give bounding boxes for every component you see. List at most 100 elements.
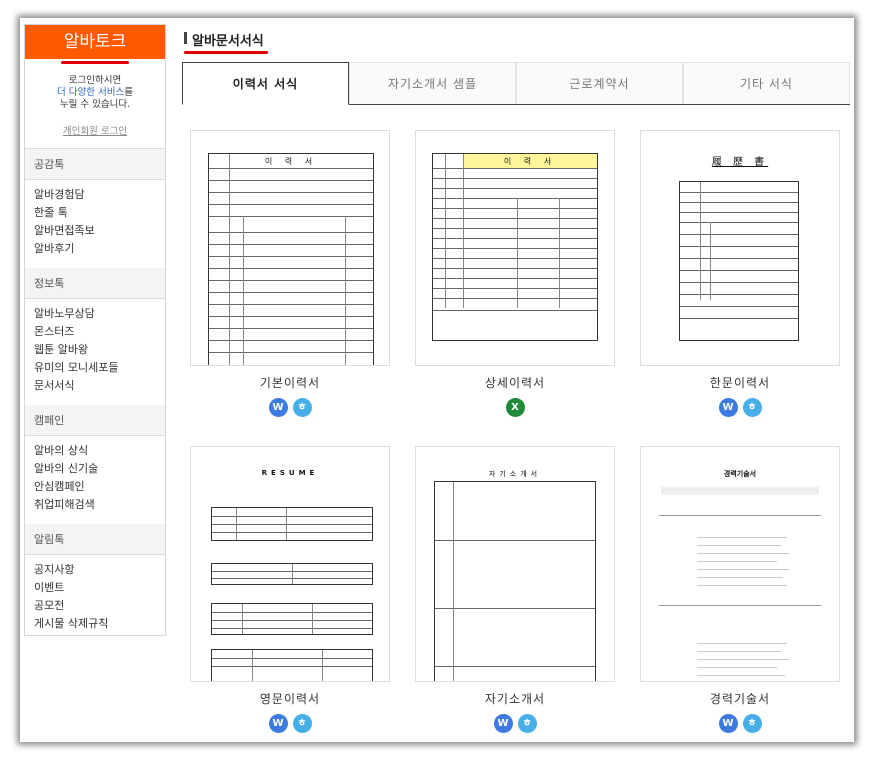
doc-title: 이 력 서 xyxy=(503,157,557,166)
download-badges: W ㅎ xyxy=(190,398,390,417)
doc-preview-table-4 xyxy=(211,649,373,681)
section-list: 알바경험담 한줄 톡 알바면접족보 알바후기 xyxy=(25,180,165,268)
tab-resume[interactable]: 이력서 서식 xyxy=(182,62,349,105)
brand-title: 알바토크 xyxy=(63,32,127,52)
download-badges: W ㅎ xyxy=(640,714,840,733)
hwp-download-icon[interactable]: ㅎ xyxy=(292,398,312,417)
card-label[interactable]: 자기소개서 xyxy=(415,690,615,707)
sidebar-item[interactable]: 알바후기 xyxy=(34,240,156,258)
sidebar-item[interactable]: 안심캠페인 xyxy=(34,478,156,496)
page-title: 알바문서서식 xyxy=(184,30,264,49)
download-badges: W ㅎ xyxy=(640,398,840,417)
doc-preview xyxy=(434,481,596,681)
doc-preview xyxy=(679,181,799,341)
tab-labor-contract[interactable]: 근로계약서 xyxy=(516,62,683,104)
sidebar-item[interactable]: 공모전 xyxy=(34,597,156,615)
card-career-description[interactable]: 경력기술서 경력기술서 W ㅎ xyxy=(640,446,840,733)
sidebar-item[interactable]: 몬스터즈 xyxy=(34,323,156,341)
brand-header[interactable]: 알바토크 xyxy=(25,25,165,64)
card-cover-letter[interactable]: 자기소개서 자기소개서 W ㅎ xyxy=(415,446,615,733)
card-label[interactable]: 한문이력서 xyxy=(640,374,840,391)
word-download-icon[interactable]: W xyxy=(718,714,738,733)
doc-preview-table-2 xyxy=(211,563,373,585)
section-list: 공지사항 이벤트 공모전 게시물 삭제규칙 xyxy=(25,555,165,643)
card-english-resume[interactable]: RESUME 영문이력서 W ㅎ xyxy=(190,446,390,733)
sidebar-item[interactable]: 한줄 톡 xyxy=(34,204,156,222)
sidebar-item[interactable]: 웹툰 알바왕 xyxy=(34,341,156,359)
doc-title: RESUME xyxy=(261,469,319,477)
hwp-download-icon[interactable]: ㅎ xyxy=(742,714,762,733)
thumbnail[interactable]: 경력기술서 xyxy=(640,446,840,682)
sidebar-section-empathy: 공감톡 알바경험담 한줄 톡 알바면접족보 알바후기 xyxy=(25,149,165,268)
sidebar-section-notice: 알림톡 공지사항 이벤트 공모전 게시물 삭제규칙 xyxy=(25,524,165,643)
doc-title: 자기소개서 xyxy=(488,470,542,478)
sidebar: 알바토크 로그인하시면 더 다양한 서비스를 누릴 수 있습니다. 개인회원 로… xyxy=(24,24,166,636)
excel-download-icon[interactable]: X xyxy=(505,398,525,417)
sidebar-item[interactable]: 취업피해검색 xyxy=(34,496,156,514)
section-list: 알바의 상식 알바의 신기술 안심캠페인 취업피해검색 xyxy=(25,436,165,524)
login-box: 로그인하시면 더 다양한 서비스를 누릴 수 있습니다. 개인회원 로그인 xyxy=(25,59,165,149)
section-title: 알림톡 xyxy=(25,524,165,555)
doc-preview-table-1 xyxy=(211,507,373,541)
card-basic-resume[interactable]: 이 력 서 기본이력서 W ㅎ xyxy=(190,130,390,417)
login-line-1: 로그인하시면 xyxy=(68,75,122,86)
download-badges: W ㅎ xyxy=(415,714,615,733)
tab-cover-letter-sample[interactable]: 자기소개서 샘플 xyxy=(349,62,516,104)
hwp-download-icon[interactable]: ㅎ xyxy=(292,714,312,733)
card-detailed-resume[interactable]: 이 력 서 상세이력서 X xyxy=(415,130,615,417)
doc-preview-table-3 xyxy=(211,603,373,635)
card-label[interactable]: 기본이력서 xyxy=(190,374,390,391)
thumbnail[interactable]: 이 력 서 xyxy=(415,130,615,366)
sidebar-item[interactable]: 알바의 신기술 xyxy=(34,460,156,478)
sidebar-item[interactable]: 알바면접족보 xyxy=(34,222,156,240)
section-list: 알바노무상담 몬스터즈 웹툰 알바왕 유미의 모니세포들 문서서식 xyxy=(25,299,165,405)
section-title: 캠페인 xyxy=(25,405,165,436)
tab-bar: 이력서 서식 자기소개서 샘플 근로계약서 기타 서식 xyxy=(182,62,850,105)
sidebar-item[interactable]: 알바경험담 xyxy=(34,186,156,204)
sidebar-item[interactable]: 알바의 상식 xyxy=(34,442,156,460)
doc-preview: 이 력 서 xyxy=(432,153,598,341)
sidebar-item[interactable]: 이벤트 xyxy=(34,579,156,597)
card-label[interactable]: 상세이력서 xyxy=(415,374,615,391)
hwp-download-icon[interactable]: ㅎ xyxy=(517,714,537,733)
sidebar-item[interactable]: 공지사항 xyxy=(34,561,156,579)
doc-preview: 이 력 서 xyxy=(208,153,374,365)
hwp-download-icon[interactable]: ㅎ xyxy=(742,398,762,417)
login-line-3: 누릴 수 있습니다. xyxy=(59,99,131,110)
card-label[interactable]: 경력기술서 xyxy=(640,690,840,707)
card-label[interactable]: 영문이력서 xyxy=(190,690,390,707)
brand-underline xyxy=(61,61,129,64)
sidebar-item[interactable]: 유미의 모니세포들 xyxy=(34,359,156,377)
title-underline xyxy=(184,51,268,54)
main-content: 알바문서서식 이력서 서식 자기소개서 샘플 근로계약서 기타 서식 이 력 서 xyxy=(182,18,854,742)
thumbnail[interactable]: 履 歷 書 xyxy=(640,130,840,366)
tab-other-forms[interactable]: 기타 서식 xyxy=(683,62,850,104)
doc-title: 이 력 서 xyxy=(264,157,318,166)
thumbnail[interactable]: RESUME xyxy=(190,446,390,682)
sidebar-item[interactable]: 문서서식 xyxy=(34,377,156,395)
sidebar-item[interactable]: 알바노무상담 xyxy=(34,305,156,323)
page-frame: 알바토크 로그인하시면 더 다양한 서비스를 누릴 수 있습니다. 개인회원 로… xyxy=(20,18,854,742)
word-download-icon[interactable]: W xyxy=(493,714,513,733)
download-badges: X xyxy=(415,398,615,417)
doc-header-band xyxy=(661,487,819,495)
card-chinese-resume[interactable]: 履 歷 書 한문이력서 W ㅎ xyxy=(640,130,840,417)
word-download-icon[interactable]: W xyxy=(718,398,738,417)
login-line-2: 더 다양한 서비스를 xyxy=(31,87,159,99)
login-line-2-rest: 를 xyxy=(124,87,133,98)
thumbnail[interactable]: 자기소개서 xyxy=(415,446,615,682)
personal-login-link[interactable]: 개인회원 로그인 xyxy=(63,123,127,137)
word-download-icon[interactable]: W xyxy=(268,398,288,417)
sidebar-section-campaign: 캠페인 알바의 상식 알바의 신기술 안심캠페인 취업피해검색 xyxy=(25,405,165,524)
section-title: 정보톡 xyxy=(25,268,165,299)
word-download-icon[interactable]: W xyxy=(268,714,288,733)
section-title: 공감톡 xyxy=(25,149,165,180)
sidebar-section-info: 정보톡 알바노무상담 몬스터즈 웹툰 알바왕 유미의 모니세포들 문서서식 xyxy=(25,268,165,405)
login-message: 로그인하시면 더 다양한 서비스를 누릴 수 있습니다. xyxy=(31,75,159,111)
login-highlight: 더 다양한 서비스 xyxy=(57,87,125,98)
sidebar-item[interactable]: 게시물 삭제규칙 xyxy=(34,615,156,633)
doc-title: 履 歷 書 xyxy=(711,157,769,168)
doc-title: 경력기술서 xyxy=(723,470,757,478)
download-badges: W ㅎ xyxy=(190,714,390,733)
thumbnail[interactable]: 이 력 서 xyxy=(190,130,390,366)
